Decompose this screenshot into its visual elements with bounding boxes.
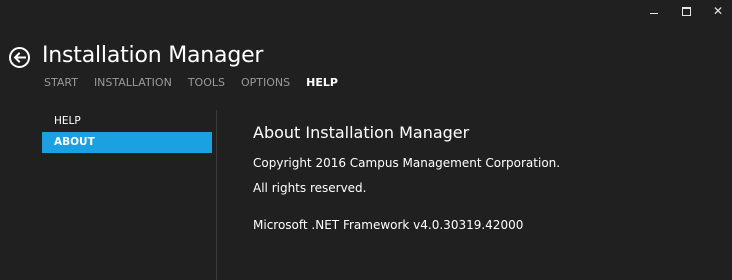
- close-icon: ✕: [712, 4, 724, 18]
- tab-options[interactable]: OPTIONS: [241, 76, 290, 89]
- back-button[interactable]: [9, 47, 30, 68]
- close-button[interactable]: ✕: [705, 2, 731, 20]
- back-arrow-icon: [13, 52, 26, 63]
- page-title: Installation Manager: [42, 43, 264, 68]
- maximize-icon: [681, 6, 691, 16]
- tab-help[interactable]: HELP: [306, 76, 338, 89]
- framework-version-text: Microsoft .NET Framework v4.0.30319.4200…: [253, 218, 524, 232]
- tab-start[interactable]: START: [44, 76, 78, 89]
- rights-text: All rights reserved.: [253, 181, 367, 195]
- minimize-button[interactable]: [641, 2, 667, 20]
- sidebar: HELP ABOUT: [42, 111, 212, 153]
- sidebar-divider: [216, 110, 217, 280]
- maximize-button[interactable]: [673, 2, 699, 20]
- tab-installation[interactable]: INSTALLATION: [94, 76, 172, 89]
- sidebar-item-help[interactable]: HELP: [42, 111, 212, 132]
- copyright-text: Copyright 2016 Campus Management Corpora…: [253, 156, 561, 170]
- tab-tools[interactable]: TOOLS: [188, 76, 225, 89]
- sidebar-item-about[interactable]: ABOUT: [42, 132, 212, 153]
- top-nav: START INSTALLATION TOOLS OPTIONS HELP: [44, 76, 354, 89]
- minimize-icon: [650, 12, 658, 14]
- about-title: About Installation Manager: [253, 123, 470, 142]
